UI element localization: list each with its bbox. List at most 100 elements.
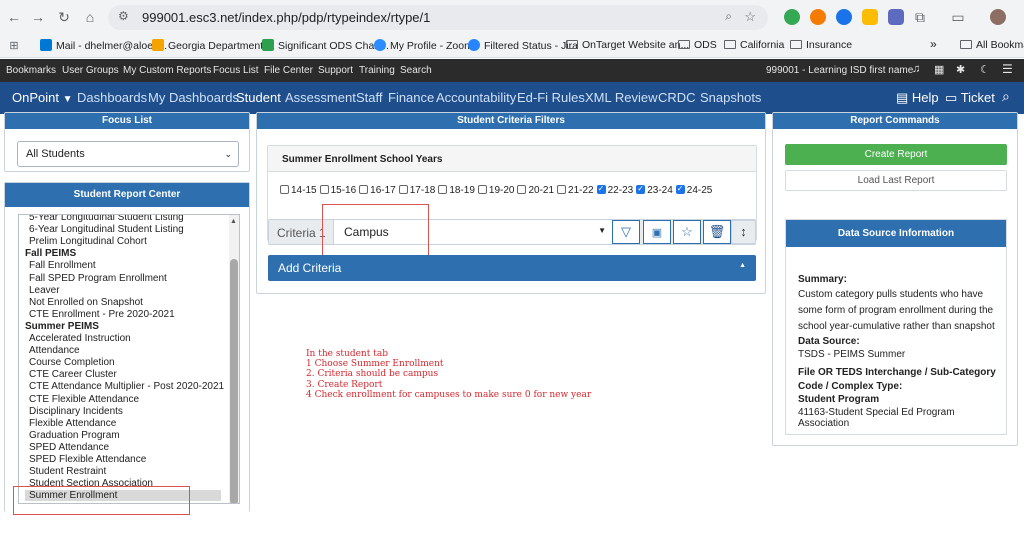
- list-item[interactable]: SPED Attendance: [29, 442, 109, 453]
- back-icon[interactable]: ←: [6, 9, 22, 25]
- menu-training[interactable]: Training: [359, 65, 395, 76]
- list-item[interactable]: CTE Attendance Multiplier - Post 2020-20…: [29, 381, 224, 392]
- nav-xml-review[interactable]: XML Review: [585, 90, 657, 105]
- checkbox-unchecked[interactable]: [477, 185, 487, 194]
- bookmark-jira[interactable]: Filtered Status - Jira: [468, 39, 578, 52]
- extension-blue-icon[interactable]: [836, 9, 852, 25]
- year-checkbox-23-24[interactable]: 23-24: [636, 184, 673, 196]
- menu-file-center[interactable]: File Center: [264, 65, 313, 76]
- list-item[interactable]: Graduation Program: [29, 430, 120, 441]
- year-checkbox-17-18[interactable]: 17-18: [398, 185, 435, 196]
- nav-accountability[interactable]: Accountability: [436, 90, 516, 105]
- bug-icon[interactable]: ✱: [956, 63, 965, 76]
- bookmark-california[interactable]: California: [724, 39, 784, 51]
- listbox-scrollbar[interactable]: ▲: [229, 215, 239, 503]
- checkbox-unchecked[interactable]: [280, 185, 289, 194]
- scroll-up-icon[interactable]: ▲: [230, 218, 237, 225]
- bookmark-ods[interactable]: ODS: [678, 39, 717, 51]
- list-item[interactable]: Fall SPED Program Enrollment: [29, 273, 167, 284]
- list-item[interactable]: Flexible Attendance: [29, 418, 116, 429]
- list-item[interactable]: CTE Flexible Attendance: [29, 394, 139, 405]
- nav-dashboards[interactable]: Dashboards: [77, 90, 147, 105]
- bookmark-ontarget[interactable]: OnTarget Website an...: [566, 39, 689, 51]
- nav-snapshots[interactable]: Snapshots: [700, 90, 761, 105]
- checkbox-unchecked[interactable]: [359, 185, 369, 194]
- checkbox-checked[interactable]: [675, 184, 685, 194]
- extension-green-icon[interactable]: [784, 9, 800, 25]
- list-item[interactable]: Course Completion: [29, 357, 115, 368]
- focus-list-select[interactable]: All Students ⌄: [17, 141, 239, 167]
- save-criteria-button[interactable]: ▣: [643, 220, 671, 244]
- bookmark-mail[interactable]: Mail - dhelmer@aloes...: [40, 39, 167, 52]
- checkbox-unchecked[interactable]: [557, 185, 567, 194]
- list-item[interactable]: CTE Career Cluster: [29, 369, 117, 380]
- nav-assessment[interactable]: Assessment: [285, 90, 356, 105]
- zoom-icon[interactable]: ⌕: [725, 9, 732, 24]
- home-icon[interactable]: ⌂: [82, 9, 98, 25]
- bookmark-insurance[interactable]: Insurance: [790, 39, 852, 51]
- extension-orange-icon[interactable]: [810, 9, 826, 25]
- nav-my-dashboards[interactable]: My Dashboards: [148, 90, 239, 105]
- bookmark-star-icon[interactable]: ☆: [744, 9, 756, 25]
- list-item[interactable]: Fall Enrollment: [29, 260, 96, 271]
- ticket-link[interactable]: ▭ Ticket: [945, 90, 995, 106]
- nav-crdc[interactable]: CRDC: [658, 90, 696, 105]
- forward-icon[interactable]: →: [30, 9, 46, 25]
- checkbox-unchecked[interactable]: [398, 185, 408, 194]
- bookmark-ods-changes[interactable]: Significant ODS Chan...: [262, 39, 389, 52]
- menu-my-custom-reports[interactable]: My Custom Reports: [123, 65, 211, 76]
- list-item[interactable]: Student Restraint: [29, 466, 106, 477]
- list-item[interactable]: Leaver: [29, 285, 60, 296]
- menu-support[interactable]: Support: [318, 65, 353, 76]
- menu-user-groups[interactable]: User Groups: [62, 65, 119, 76]
- nav-edfi-rules[interactable]: Ed-Fi Rules: [517, 90, 585, 105]
- list-item[interactable]: SPED Flexible Attendance: [29, 454, 146, 465]
- checkbox-unchecked[interactable]: [438, 185, 448, 194]
- reload-icon[interactable]: ↻: [56, 9, 72, 25]
- help-link[interactable]: ▤ Help: [896, 90, 939, 106]
- profile-avatar[interactable]: [990, 9, 1006, 25]
- year-checkbox-19-20[interactable]: 19-20: [477, 185, 514, 196]
- scrollbar-thumb[interactable]: [230, 259, 238, 503]
- extension-purple-icon[interactable]: [888, 9, 904, 25]
- favorite-button[interactable]: ☆: [673, 220, 701, 244]
- checkbox-checked[interactable]: [596, 184, 606, 194]
- list-item[interactable]: 6-Year Longitudinal Student Listing: [29, 224, 184, 235]
- add-criteria-bar[interactable]: Add Criteria ▲: [268, 255, 756, 281]
- hamburger-menu-icon[interactable]: ☰: [1002, 62, 1013, 76]
- nav-student[interactable]: Student: [236, 90, 281, 105]
- nav-staff[interactable]: Staff: [356, 90, 383, 105]
- reorder-handle[interactable]: ↕: [731, 220, 756, 244]
- list-item[interactable]: 5-Year Longitudinal Student Listing: [29, 215, 184, 223]
- filter-button[interactable]: ▽: [612, 220, 640, 244]
- report-listbox[interactable]: 5-Year Longitudinal Student Listing 6-Yea…: [18, 214, 240, 504]
- extensions-puzzle-icon[interactable]: ⧉: [912, 9, 928, 25]
- year-checkbox-24-25[interactable]: 24-25: [675, 184, 712, 196]
- calendar-icon[interactable]: ▦: [934, 63, 944, 76]
- year-checkbox-18-19[interactable]: 18-19: [438, 185, 475, 196]
- brand-menu[interactable]: OnPoint ▼: [12, 90, 73, 105]
- year-checkbox-16-17[interactable]: 16-17: [359, 185, 396, 196]
- list-item[interactable]: Accelerated Instruction: [29, 333, 131, 344]
- more-bookmarks-button[interactable]: »: [930, 37, 937, 51]
- checkbox-checked[interactable]: [636, 184, 646, 194]
- apps-grid-icon[interactable]: ⊞: [6, 38, 22, 54]
- list-item[interactable]: Attendance: [29, 345, 80, 356]
- bell-icon[interactable]: ♫: [912, 63, 920, 75]
- year-checkbox-22-23[interactable]: 22-23: [596, 184, 633, 196]
- year-checkbox-15-16[interactable]: 15-16: [319, 185, 356, 196]
- list-item[interactable]: Prelim Longitudinal Cohort: [29, 236, 147, 247]
- reading-mode-icon[interactable]: ▭: [950, 9, 966, 25]
- year-checkbox-20-21[interactable]: 20-21: [517, 185, 554, 196]
- year-checkbox-21-22[interactable]: 21-22: [557, 185, 594, 196]
- menu-bookmarks[interactable]: Bookmarks: [6, 65, 56, 76]
- menu-search[interactable]: Search: [400, 65, 432, 76]
- address-bar[interactable]: ⚙ 999001.esc3.net/index.php/pdp/rtypeind…: [108, 5, 768, 30]
- delete-criteria-button[interactable]: 🗑: [703, 220, 731, 244]
- moon-icon[interactable]: ☾: [980, 63, 990, 76]
- load-last-report-button[interactable]: Load Last Report: [785, 170, 1007, 191]
- site-info-icon[interactable]: ⚙: [118, 9, 129, 23]
- create-report-button[interactable]: Create Report: [785, 144, 1007, 165]
- bookmark-all[interactable]: All Bookmarks: [960, 39, 1024, 51]
- menu-focus-list[interactable]: Focus List: [213, 65, 259, 76]
